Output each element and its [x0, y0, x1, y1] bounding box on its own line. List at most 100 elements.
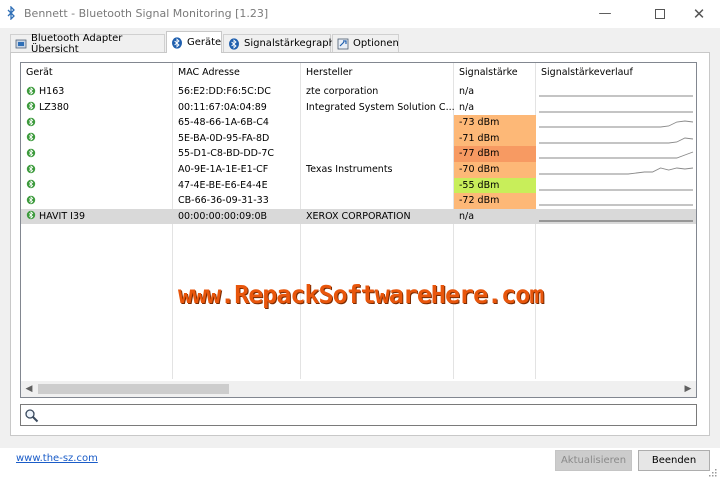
bluetooth-icon [172, 36, 182, 49]
signal-history-sparkline [539, 220, 693, 222]
device-cell [21, 178, 173, 194]
signal-strength-cell: -73 dBm [454, 115, 536, 131]
vendor-cell [301, 146, 454, 162]
signal-strength-cell: -71 dBm [454, 130, 536, 147]
mac-address-cell: 56:E2:DD:F6:5C:DC [178, 86, 271, 97]
sparkline-line [539, 120, 694, 128]
bluetooth-device-icon [26, 211, 36, 220]
sparkline-line [539, 137, 694, 144]
signal-history-sparkline [539, 204, 693, 206]
scrollbar-thumb[interactable] [38, 384, 229, 394]
signal-history-sparkline [539, 95, 693, 97]
watermark-text: www.RepackSoftwareHere.com [178, 280, 544, 309]
vendor-cell [301, 193, 454, 209]
tab-label: Geräte [187, 37, 222, 48]
table-row[interactable]: 5E-BA-0D-95-FA-8D -71 dBm [21, 130, 696, 147]
device-name: LZ380 [39, 101, 69, 113]
mac-address-cell: 65-48-66-1A-6B-C4 [178, 117, 269, 129]
device-cell: H163 [21, 84, 173, 100]
vendor-cell [301, 131, 454, 147]
tab-devices[interactable]: Geräte [166, 31, 222, 53]
signal-strength-cell: -72 dBm [454, 193, 536, 209]
signal-history-sparkline [539, 151, 694, 159]
column-header-signal[interactable]: Signalstärke [454, 63, 536, 83]
device-name: H163 [39, 86, 65, 97]
horizontal-scrollbar[interactable]: ◀ ▶ [21, 381, 696, 397]
signal-history-cell [536, 193, 696, 209]
device-list[interactable]: Gerät MAC Adresse Hersteller Signalstärk… [20, 62, 697, 398]
table-row[interactable]: 55-D1-C8-BD-DD-7C -77 dBm [21, 146, 696, 162]
column-header-mac[interactable]: MAC Adresse [173, 63, 301, 83]
tab-signal-graph[interactable]: Signalstärkegraph [223, 34, 335, 52]
scroll-left-icon[interactable]: ◀ [21, 381, 37, 397]
options-icon [337, 38, 349, 49]
column-header-vendor[interactable]: Hersteller [301, 63, 454, 83]
bluetooth-device-icon [26, 133, 36, 142]
bluetooth-device-icon [26, 117, 36, 126]
minimize-button[interactable]: — [582, 0, 628, 28]
vendor-cell: XEROX CORPORATION [306, 210, 411, 222]
table-row[interactable]: 65-48-66-1A-6B-C4 -73 dBm [21, 115, 696, 131]
signal-history-cell [536, 100, 696, 116]
bluetooth-device-icon [26, 164, 36, 173]
vendor-cell [301, 115, 454, 131]
close-window-button[interactable]: ✕ [676, 0, 720, 28]
search-icon [25, 409, 39, 423]
signal-history-cell [536, 115, 696, 131]
tab-label: Signalstärkegraph [244, 38, 335, 49]
sparkline-line [539, 151, 694, 159]
tab-adapter-overview[interactable]: Bluetooth Adapter Übersicht [10, 33, 165, 55]
bluetooth-device-icon [26, 148, 36, 158]
signal-strength-cell: -77 dBm [454, 146, 536, 162]
bluetooth-device-icon [26, 101, 36, 111]
vendor-cell: Integrated System Solution C... [306, 101, 454, 113]
signal-history-cell [536, 131, 696, 147]
table-row[interactable]: 47-4E-BE-E6-E4-4E -55 dBm [21, 177, 696, 194]
table-row[interactable]: A0-9E-1A-1E-E1-CF Texas Instruments -70 dB… [21, 162, 696, 178]
list-header: Gerät MAC Adresse Hersteller Signalstärk… [21, 63, 696, 83]
vendor-cell [301, 178, 454, 194]
table-row[interactable]: HAVIT I39 00:00:00:00:09:0B XEROX CORPORAT… [21, 208, 696, 225]
table-row[interactable]: CB-66-36-09-31-33 -72 dBm [21, 193, 696, 209]
mac-address-cell: 47-4E-BE-E6-E4-4E [178, 179, 268, 191]
tab-label: Optionen [353, 38, 399, 49]
signal-history-cell [536, 209, 696, 225]
scroll-right-icon[interactable]: ▶ [680, 381, 696, 397]
table-row[interactable]: LZ380 00:11:67:0A:04:89 Integrated System … [21, 100, 696, 116]
device-cell [21, 162, 173, 178]
sparkline-line [539, 167, 694, 175]
signal-history-cell [536, 178, 696, 194]
close-icon: ✕ [692, 5, 706, 23]
signal-history-sparkline [539, 120, 694, 128]
maximize-icon [655, 8, 665, 19]
device-cell [21, 193, 173, 209]
minimize-icon: — [598, 6, 612, 21]
column-header-device[interactable]: Gerät [21, 63, 173, 83]
search-box[interactable] [20, 404, 697, 426]
mac-address-cell: 00:11:67:0A:04:89 [178, 101, 267, 113]
signal-history-sparkline [539, 137, 694, 144]
resize-grip-icon[interactable] [708, 468, 718, 478]
signal-strength-cell: n/a [459, 210, 475, 222]
bluetooth-device-icon [26, 179, 36, 189]
table-row[interactable]: H163 56:E2:DD:F6:5C:DC zte corporation n/a [21, 84, 696, 100]
column-header-signal-history[interactable]: Signalstärkeverlauf [536, 63, 696, 83]
vendor-cell: Texas Instruments [306, 164, 393, 175]
exit-button[interactable]: Beenden [638, 450, 710, 471]
mac-address-cell: 00:00:00:00:09:0B [178, 210, 268, 222]
adapter-icon [15, 39, 27, 48]
signal-strength-cell: n/a [459, 101, 475, 113]
signal-history-cell [536, 146, 696, 162]
signal-history-cell [536, 162, 696, 178]
search-input[interactable] [43, 407, 693, 423]
signal-history-sparkline [539, 189, 693, 191]
tab-options[interactable]: Optionen [332, 34, 399, 52]
device-cell [21, 146, 173, 162]
signal-history-sparkline [539, 111, 693, 113]
bluetooth-device-icon [26, 195, 36, 204]
signal-strength-cell: -70 dBm [454, 162, 536, 178]
website-link[interactable]: www.the-sz.com [16, 453, 98, 464]
device-cell [21, 131, 173, 147]
mac-address-cell: CB-66-36-09-31-33 [178, 195, 269, 207]
update-button[interactable]: Aktualisieren [555, 450, 632, 471]
